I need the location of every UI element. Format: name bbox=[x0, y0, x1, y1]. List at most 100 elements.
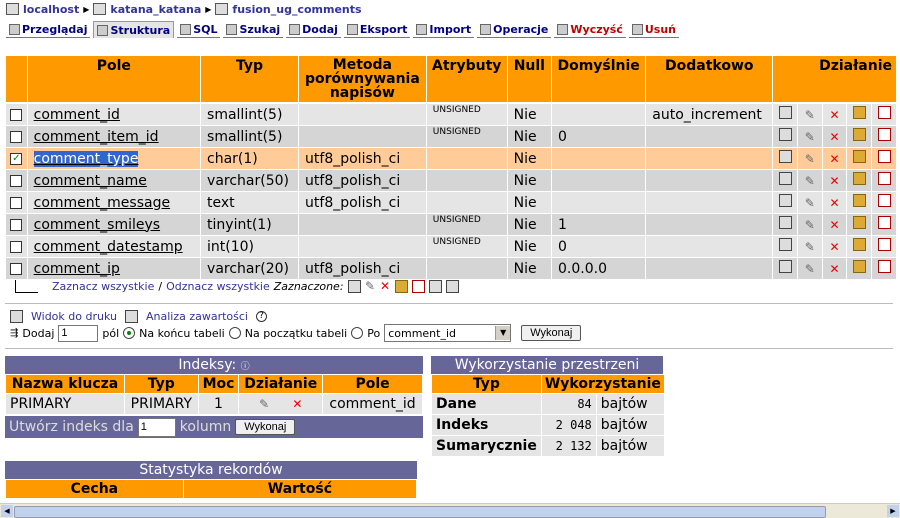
drop-field-cell[interactable]: ✕ bbox=[822, 192, 847, 213]
check-all-link[interactable]: Zaznacz wszystkie bbox=[52, 280, 154, 293]
edit-field-cell[interactable]: ✎ bbox=[797, 170, 822, 191]
help-icon[interactable]: ? bbox=[255, 311, 267, 322]
browse-distinct-cell[interactable] bbox=[773, 214, 797, 235]
at-beginning-radio[interactable] bbox=[228, 327, 241, 339]
add-count-input[interactable] bbox=[58, 324, 99, 342]
primary-key-cell[interactable] bbox=[847, 148, 872, 169]
breadcrumb-server[interactable]: localhost bbox=[23, 3, 79, 16]
horizontal-scrollbar[interactable]: ◀ ▶ bbox=[0, 503, 900, 518]
field-name[interactable]: comment_ip bbox=[27, 258, 201, 279]
browse-distinct-cell[interactable] bbox=[773, 258, 797, 279]
scrollbar-thumb[interactable] bbox=[14, 506, 826, 518]
tab-browse[interactable]: Przeglądaj bbox=[6, 21, 91, 38]
row-checkbox[interactable] bbox=[6, 170, 27, 191]
edit-selected-icon[interactable]: ✎ bbox=[365, 280, 376, 292]
table-row[interactable]: comment_item_id smallint(5) UNSIGNED Nie 0 ✎ ✕ bbox=[6, 126, 896, 147]
unique-cell[interactable] bbox=[872, 258, 896, 279]
scroll-right-icon[interactable]: ▶ bbox=[887, 505, 899, 517]
table-row[interactable]: comment_id smallint(5) UNSIGNED Nie auto_inc… bbox=[6, 104, 896, 125]
primary-selected-icon[interactable] bbox=[394, 280, 408, 293]
browse-distinct-cell[interactable] bbox=[773, 148, 797, 169]
row-checkbox[interactable] bbox=[6, 236, 27, 257]
browse-selected-icon[interactable] bbox=[347, 280, 361, 293]
breadcrumb-table[interactable]: fusion_ug_comments bbox=[232, 3, 361, 16]
drop-field-cell[interactable]: ✕ bbox=[822, 236, 847, 257]
edit-field-cell[interactable]: ✎ bbox=[797, 214, 822, 235]
unique-cell[interactable] bbox=[872, 126, 896, 147]
table-row[interactable]: comment_smileys tinyint(1) UNSIGNED Nie 1 ✎ ✕ bbox=[6, 214, 896, 235]
unique-selected-icon[interactable] bbox=[411, 280, 425, 293]
create-index-count-input[interactable] bbox=[137, 417, 176, 437]
field-name[interactable]: comment_item_id bbox=[27, 126, 201, 147]
drop-field-cell[interactable]: ✕ bbox=[822, 258, 847, 279]
print-view-link[interactable]: Widok do druku bbox=[31, 310, 117, 323]
row-checkbox[interactable] bbox=[6, 258, 27, 279]
tab-import[interactable]: Import bbox=[413, 21, 475, 38]
browse-distinct-cell[interactable] bbox=[773, 104, 797, 125]
field-name[interactable]: comment_name bbox=[27, 170, 201, 191]
drop-field-cell[interactable]: ✕ bbox=[822, 214, 847, 235]
edit-field-cell[interactable]: ✎ bbox=[797, 236, 822, 257]
edit-field-cell[interactable]: ✎ bbox=[797, 192, 822, 213]
field-name[interactable]: comment_id bbox=[27, 104, 201, 125]
tab-drop[interactable]: Usuń bbox=[628, 21, 680, 38]
add-go-button[interactable]: Wykonaj bbox=[521, 325, 582, 341]
after-field-select[interactable]: comment_id ▼ bbox=[384, 324, 512, 342]
primary-key-cell[interactable] bbox=[847, 126, 872, 147]
browse-distinct-cell[interactable] bbox=[773, 236, 797, 257]
primary-key-cell[interactable] bbox=[847, 258, 872, 279]
drop-field-cell[interactable]: ✕ bbox=[822, 148, 847, 169]
browse-distinct-cell[interactable] bbox=[773, 192, 797, 213]
analyze-link[interactable]: Analiza zawartości bbox=[146, 310, 248, 323]
primary-key-cell[interactable] bbox=[847, 192, 872, 213]
table-row[interactable]: comment_datestamp int(10) UNSIGNED Nie 0 ✎ ✕ bbox=[6, 236, 896, 257]
primary-key-cell[interactable] bbox=[847, 170, 872, 191]
table-row[interactable]: comment_ip varchar(20) utf8_polish_ci Nie 0.… bbox=[6, 258, 896, 279]
row-checkbox[interactable] bbox=[6, 104, 27, 125]
field-name[interactable]: comment_message bbox=[27, 192, 201, 213]
create-index-button[interactable]: Wykonaj bbox=[235, 419, 296, 435]
breadcrumb-database[interactable]: katana_katana bbox=[110, 3, 201, 16]
drop-field-cell[interactable]: ✕ bbox=[822, 126, 847, 147]
unique-cell[interactable] bbox=[872, 170, 896, 191]
row-checkbox[interactable] bbox=[6, 214, 27, 235]
unique-cell[interactable] bbox=[872, 192, 896, 213]
row-checkbox[interactable] bbox=[6, 192, 27, 213]
tab-structure[interactable]: Struktura bbox=[93, 21, 175, 38]
edit-field-cell[interactable]: ✎ bbox=[797, 258, 822, 279]
row-checkbox[interactable]: ✓ bbox=[6, 148, 27, 169]
tab-operations[interactable]: Operacje bbox=[477, 21, 552, 38]
field-name[interactable]: comment_datestamp bbox=[27, 236, 201, 257]
scroll-left-icon[interactable]: ◀ bbox=[1, 505, 13, 517]
tab-export[interactable]: Eksport bbox=[343, 21, 411, 38]
at-end-radio[interactable] bbox=[123, 327, 136, 339]
edit-field-cell[interactable]: ✎ bbox=[797, 104, 822, 125]
tab-empty[interactable]: Wyczyść bbox=[554, 21, 626, 38]
field-name[interactable]: comment_type bbox=[27, 148, 201, 169]
drop-index-icon[interactable]: ✕ bbox=[292, 398, 303, 410]
help-icon[interactable]: ⓘ bbox=[241, 362, 250, 372]
unique-cell[interactable] bbox=[872, 236, 896, 257]
edit-field-cell[interactable]: ✎ bbox=[797, 148, 822, 169]
table-row[interactable]: comment_message text utf8_polish_ci Nie ✎ ✕ bbox=[6, 192, 896, 213]
row-checkbox[interactable] bbox=[6, 126, 27, 147]
table-row[interactable]: comment_name varchar(50) utf8_polish_ci Nie… bbox=[6, 170, 896, 191]
primary-key-cell[interactable] bbox=[847, 214, 872, 235]
fulltext-selected-icon[interactable] bbox=[445, 280, 459, 293]
drop-selected-icon[interactable]: ✕ bbox=[380, 280, 391, 292]
unique-cell[interactable] bbox=[872, 148, 896, 169]
browse-distinct-cell[interactable] bbox=[773, 126, 797, 147]
drop-field-cell[interactable]: ✕ bbox=[822, 104, 847, 125]
primary-key-cell[interactable] bbox=[847, 104, 872, 125]
unique-cell[interactable] bbox=[872, 104, 896, 125]
tab-sql[interactable]: SQL bbox=[177, 21, 221, 38]
table-row[interactable]: ✓ comment_type char(1) utf8_polish_ci Nie ✎ ✕ bbox=[6, 148, 896, 169]
tab-search[interactable]: Szukaj bbox=[223, 21, 284, 38]
edit-index-icon[interactable]: ✎ bbox=[259, 398, 270, 410]
drop-field-cell[interactable]: ✕ bbox=[822, 170, 847, 191]
browse-distinct-cell[interactable] bbox=[773, 170, 797, 191]
uncheck-all-link[interactable]: Odznacz wszystkie bbox=[166, 280, 270, 293]
after-radio[interactable] bbox=[351, 327, 364, 339]
unique-cell[interactable] bbox=[872, 214, 896, 235]
index-selected-icon[interactable] bbox=[428, 280, 442, 293]
